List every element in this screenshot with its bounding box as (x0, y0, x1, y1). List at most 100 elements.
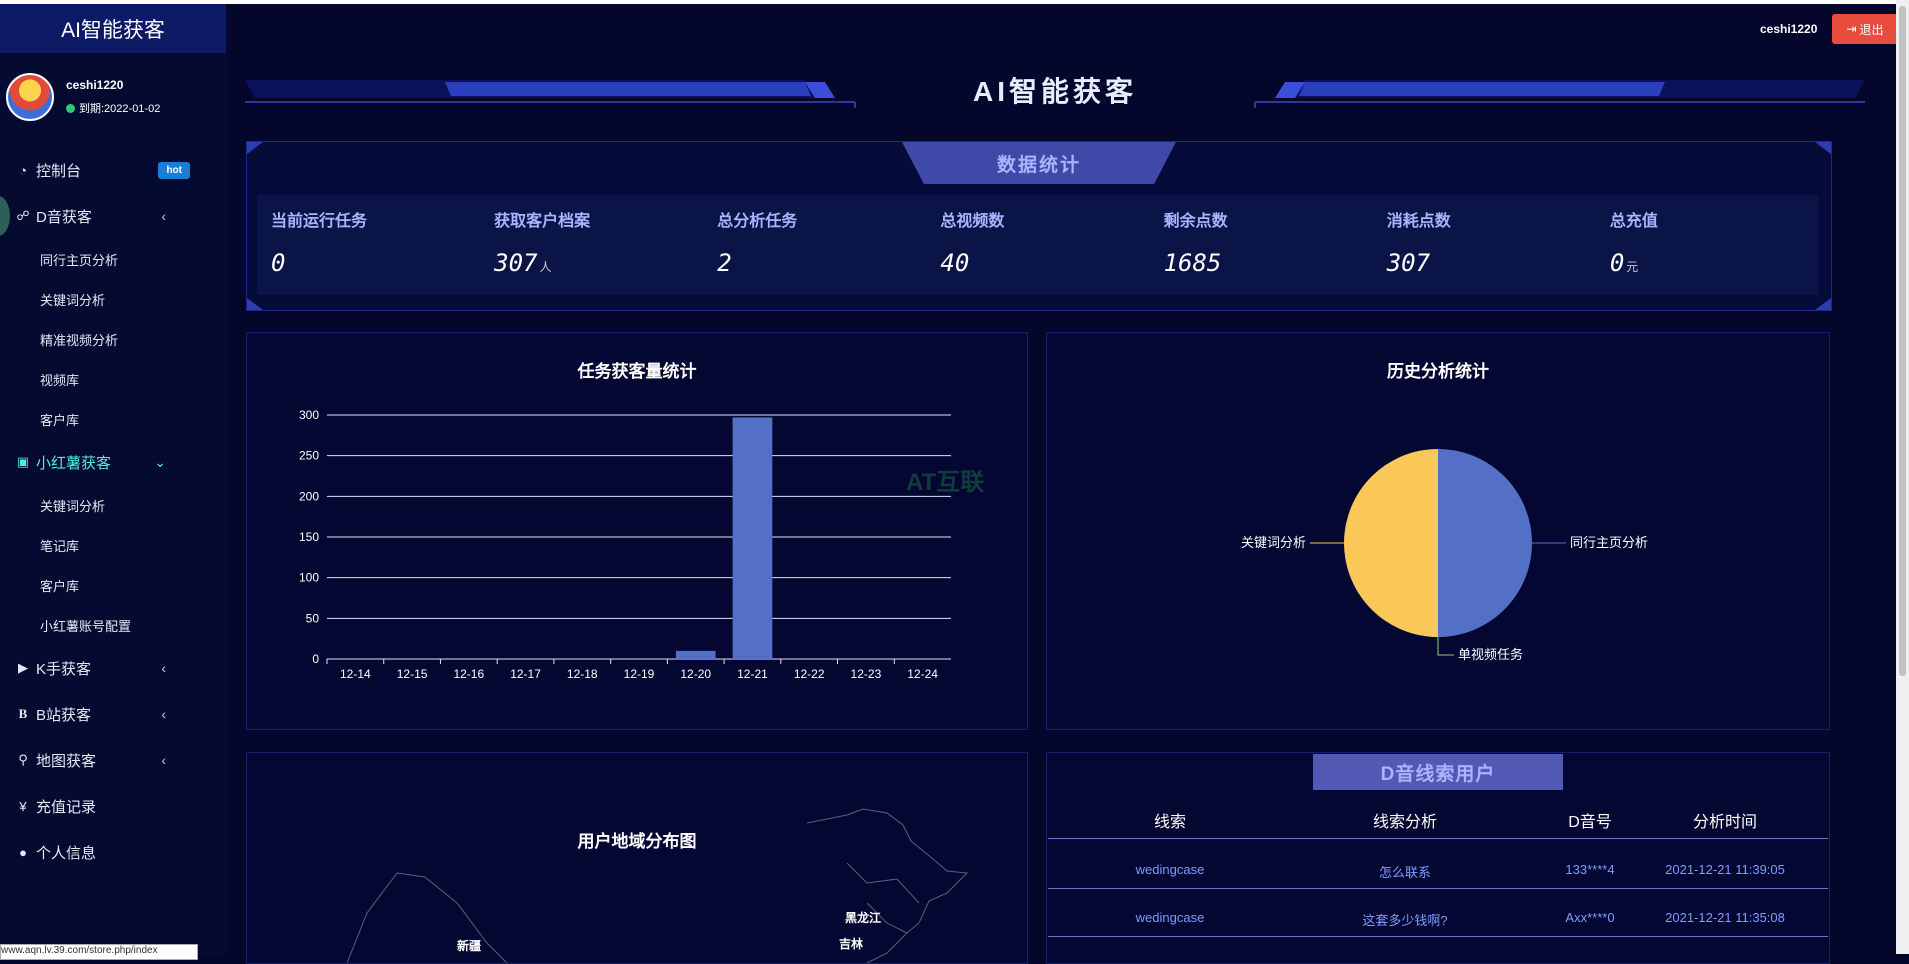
stat-customer-profiles: 获取客户档案 307 人 (480, 195, 703, 295)
sidebar-item-recharge[interactable]: ¥ 充值记录 (0, 783, 226, 829)
play-circle-icon: ▶ (18, 660, 28, 675)
dashboard-icon: ◔ (19, 162, 27, 178)
stat-label: 消耗点数 (1386, 213, 1451, 230)
stat-value: 307 (1387, 249, 1596, 277)
stat-remaining-points: 剩余点数 1685 (1150, 195, 1373, 295)
table-header: 线索分析 (1372, 814, 1437, 831)
stat-number: 40 (940, 249, 970, 277)
sidebar-item-kuaishou[interactable]: ▶ K手获客 ‹ (0, 645, 226, 691)
bold-b-icon: B (18, 706, 28, 721)
sidebar-item-label: 地图获客 (36, 752, 97, 770)
user-card: ceshi1220 到期:2022-01-02 (0, 53, 226, 127)
scrollbar-thumb[interactable] (1899, 6, 1906, 676)
table-cell: 2021-12-21 11:35:08 (1665, 910, 1785, 925)
chevron-left-icon: ‹ (161, 660, 166, 676)
x-tick-label: 12-17 (510, 667, 541, 681)
stat-value: 0元 (1610, 249, 1819, 277)
pie-chart-panel: 历史分析统计 同行主页分析 单视频任务 关键词分析 (1046, 332, 1830, 730)
stat-number: 2 (717, 249, 732, 277)
sidebar-subitem[interactable]: 客户库 (0, 565, 226, 605)
table-title: D音线索用户 (1313, 754, 1563, 790)
sidebar-item-douyin[interactable]: ☍ D音获客 ‹ (0, 193, 226, 239)
sidebar-subitem[interactable]: 关键词分析 (0, 485, 226, 525)
stat-total-recharge: 总充值 0元 (1596, 195, 1819, 295)
logout-button[interactable]: ⇥ 退出 (1832, 14, 1898, 44)
sidebar: AI智能获客 ceshi1220 到期:2022-01-02 ◔ 控制台 hot… (0, 4, 226, 954)
bar-chart-panel: 任务获客量统计 0 50 100 150 200 250 300 12-14 12-15 12-1… (246, 332, 1028, 730)
y-tick-label: 150 (299, 530, 319, 544)
x-tick-label: 12-15 (397, 667, 428, 681)
stat-consumed-points: 消耗点数 307 (1373, 195, 1596, 295)
sidebar-item-xhs[interactable]: ▣ 小红薯获客 ⌄ (0, 439, 226, 485)
x-tick-label: 12-23 (851, 667, 882, 681)
sidebar-item-map[interactable]: ⚲ 地图获客 ‹ (0, 737, 226, 783)
table-cell: 2021-12-21 11:39:05 (1665, 862, 1785, 877)
user-name: ceshi1220 (66, 78, 124, 92)
sidebar-item-label: 控制台 (36, 162, 82, 180)
bar (675, 650, 716, 659)
stat-unit: 人 (539, 260, 552, 274)
sidebar-subitem[interactable]: 笔记库 (0, 525, 226, 565)
online-dot-icon (66, 103, 75, 113)
y-tick-label: 0 (312, 652, 319, 666)
x-tick-label: 12-14 (340, 667, 371, 681)
window-top-edge (0, 0, 1909, 4)
table-cell: wedingcase (1135, 910, 1205, 925)
browser-status-bar: www.aqn.lv.39.com/store.php/index (0, 944, 198, 960)
y-tick-label: 200 (299, 489, 319, 503)
sidebar-subitem[interactable]: 同行主页分析 (0, 239, 226, 279)
stat-label: 获取客户档案 (494, 213, 591, 230)
user-icon: ● (19, 844, 27, 860)
stat-label: 当前运行任务 (271, 213, 368, 230)
sidebar-subitem[interactable]: 客户库 (0, 399, 226, 439)
sidebar-subitem[interactable]: 小红薯账号配置 (0, 605, 226, 645)
pie-label: 同行主页分析 (1570, 535, 1648, 550)
page-title: AI智能获客 (972, 76, 1137, 107)
sidebar-item-label: D音获客 (36, 208, 92, 226)
table-header: 线索 (1153, 814, 1186, 831)
stat-number: 307 (1386, 249, 1431, 277)
pie-label: 关键词分析 (1241, 535, 1306, 550)
table-header-divider (1048, 838, 1828, 839)
logout-label: 退出 (1859, 22, 1884, 37)
chevron-down-icon: ⌄ (154, 453, 166, 470)
china-map (346, 808, 969, 963)
bar-chart: 0 50 100 150 200 250 300 12-14 12-15 12-16 12-17 12… (299, 408, 951, 681)
map-label-jilin: 吉林 (839, 937, 864, 951)
x-tick-label: 12-18 (567, 667, 598, 681)
pie-label-line (1437, 637, 1454, 656)
sidebar-subitem[interactable]: 视频库 (0, 359, 226, 399)
x-tick-label: 12-21 (737, 667, 768, 681)
stat-label: 总分析任务 (717, 213, 798, 230)
x-tick-label: 12-16 (453, 667, 484, 681)
x-tick-label: 12-24 (907, 667, 938, 681)
table-cell: 这套多少钱啊? (1362, 913, 1448, 928)
map-label-xinjiang: 新疆 (457, 939, 482, 953)
chevron-left-icon: ‹ (161, 208, 166, 224)
avatar[interactable] (6, 73, 54, 121)
sidebar-subitem[interactable]: 关键词分析 (0, 279, 226, 319)
table-header: 分析时间 (1692, 814, 1757, 831)
y-tick-label: 50 (306, 611, 320, 625)
sidebar-item-bili[interactable]: B B站获客 ‹ (0, 691, 226, 737)
stat-total-analysis: 总分析任务 2 (703, 195, 926, 295)
stat-value: 307 人 (494, 249, 703, 277)
map-label-heilongjiang: 黑龙江 (845, 911, 882, 925)
pie-slice (1344, 449, 1438, 637)
stats-row: 当前运行任务 0 获取客户档案 307 人 总分析任务 2 总视频数 40 剩余点… (257, 195, 1819, 295)
brand-title: AI智能获客 (0, 4, 226, 53)
sidebar-menu: ◔ 控制台 hot ☍ D音获客 ‹ 同行主页分析 关键词分析 精准视频分析 视… (0, 147, 226, 875)
stat-number: 0 (271, 249, 286, 277)
x-tick-label: 12-22 (794, 667, 825, 681)
table-cell: wedingcase (1135, 862, 1205, 877)
yen-icon: ¥ (19, 798, 27, 814)
sidebar-item-console[interactable]: ◔ 控制台 hot (0, 147, 226, 193)
stat-value: 2 (717, 249, 926, 277)
stat-number: 1685 (1163, 249, 1222, 277)
expiry-status: 到期:2022-01-02 (66, 100, 160, 116)
sidebar-item-label: 小红薯获客 (36, 454, 112, 472)
sidebar-item-profile[interactable]: ● 个人信息 (0, 829, 226, 875)
sidebar-subitem[interactable]: 精准视频分析 (0, 319, 226, 359)
stat-unit: 元 (1626, 260, 1639, 274)
stat-label: 总充值 (1609, 213, 1658, 230)
